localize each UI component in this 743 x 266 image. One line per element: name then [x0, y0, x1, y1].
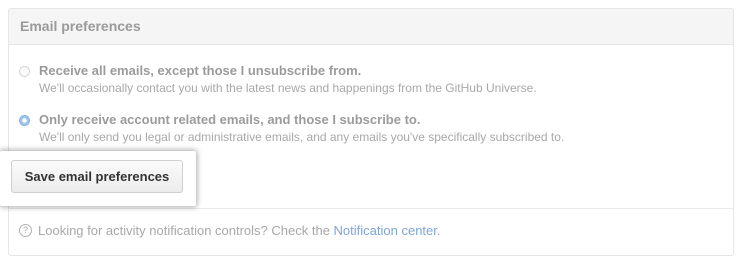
footer: ? Looking for activity notification cont… — [9, 208, 733, 255]
email-preferences-panel: Email preferences Receive all emails, ex… — [8, 8, 734, 256]
save-email-preferences-button[interactable]: Save email preferences — [11, 160, 183, 193]
radio-all-emails[interactable] — [19, 66, 30, 77]
footer-text: Looking for activity notification contro… — [38, 223, 441, 238]
notification-center-link[interactable]: Notification center — [334, 223, 437, 238]
panel-title: Email preferences — [20, 18, 141, 34]
panel-header: Email preferences — [9, 9, 733, 45]
radio-account-emails[interactable] — [19, 115, 30, 126]
option-account-emails-note: We'll only send you legal or administrat… — [39, 130, 565, 144]
option-all-emails-note: We'll occasionally contact you with the … — [39, 81, 537, 95]
footer-message: Looking for activity notification contro… — [38, 223, 334, 238]
save-button-highlight: Save email preferences — [0, 151, 196, 206]
option-account-emails-label[interactable]: Only receive account related emails, and… — [39, 112, 420, 127]
footer-trailing: . — [436, 223, 441, 238]
question-circle-icon: ? — [19, 224, 32, 237]
option-all-emails-label[interactable]: Receive all emails, except those I unsub… — [39, 63, 361, 78]
